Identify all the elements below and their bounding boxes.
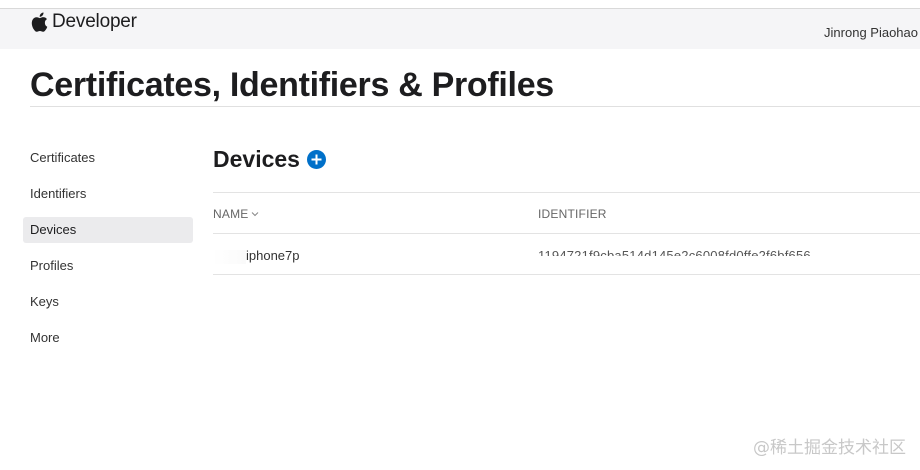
sidebar-item-identifiers[interactable]: Identifiers bbox=[23, 181, 193, 207]
plus-icon bbox=[311, 154, 322, 165]
sort-chevron-icon bbox=[252, 212, 259, 217]
sidebar-nav: Certificates Identifiers Devices Profile… bbox=[23, 145, 193, 361]
global-header: Developer Jinrong Piaohao bbox=[0, 9, 920, 49]
title-divider bbox=[30, 106, 920, 107]
column-name-label: NAME bbox=[213, 207, 249, 221]
device-identifier: 1194721f9cba514d145e2c6008fd0ffe2f6bf656 bbox=[538, 248, 811, 256]
page-title: Certificates, Identifiers & Profiles bbox=[30, 66, 554, 104]
column-identifier-label: IDENTIFIER bbox=[538, 207, 607, 221]
watermark: @稀土掘金技术社区 bbox=[753, 438, 906, 458]
account-name[interactable]: Jinrong Piaohao bbox=[824, 25, 918, 40]
devices-header: Devices bbox=[213, 146, 326, 173]
table-divider bbox=[213, 274, 920, 275]
column-identifier-header[interactable]: IDENTIFIER bbox=[538, 207, 607, 221]
brand-label: Developer bbox=[52, 11, 137, 32]
add-device-button[interactable] bbox=[306, 150, 326, 169]
column-name-header[interactable]: NAME bbox=[213, 207, 259, 221]
sidebar-item-profiles[interactable]: Profiles bbox=[23, 253, 193, 279]
table-header: NAME IDENTIFIER bbox=[213, 193, 920, 233]
device-name: iphone7p bbox=[246, 248, 300, 263]
sidebar-item-keys[interactable]: Keys bbox=[23, 289, 193, 315]
sidebar-item-certificates[interactable]: Certificates bbox=[23, 145, 193, 171]
sidebar-item-more[interactable]: More bbox=[23, 325, 193, 351]
device-name-cell: iphone7p bbox=[213, 248, 300, 264]
devices-table: NAME IDENTIFIER iphone7p 1194721f9cba514… bbox=[213, 192, 920, 275]
apple-logo-icon bbox=[31, 12, 48, 32]
section-title: Devices bbox=[213, 146, 300, 172]
redacted-region bbox=[213, 249, 246, 264]
sidebar-item-devices[interactable]: Devices bbox=[23, 217, 193, 243]
developer-brand[interactable]: Developer bbox=[30, 11, 137, 33]
table-row[interactable]: iphone7p 1194721f9cba514d145e2c6008fd0ff… bbox=[213, 234, 920, 274]
